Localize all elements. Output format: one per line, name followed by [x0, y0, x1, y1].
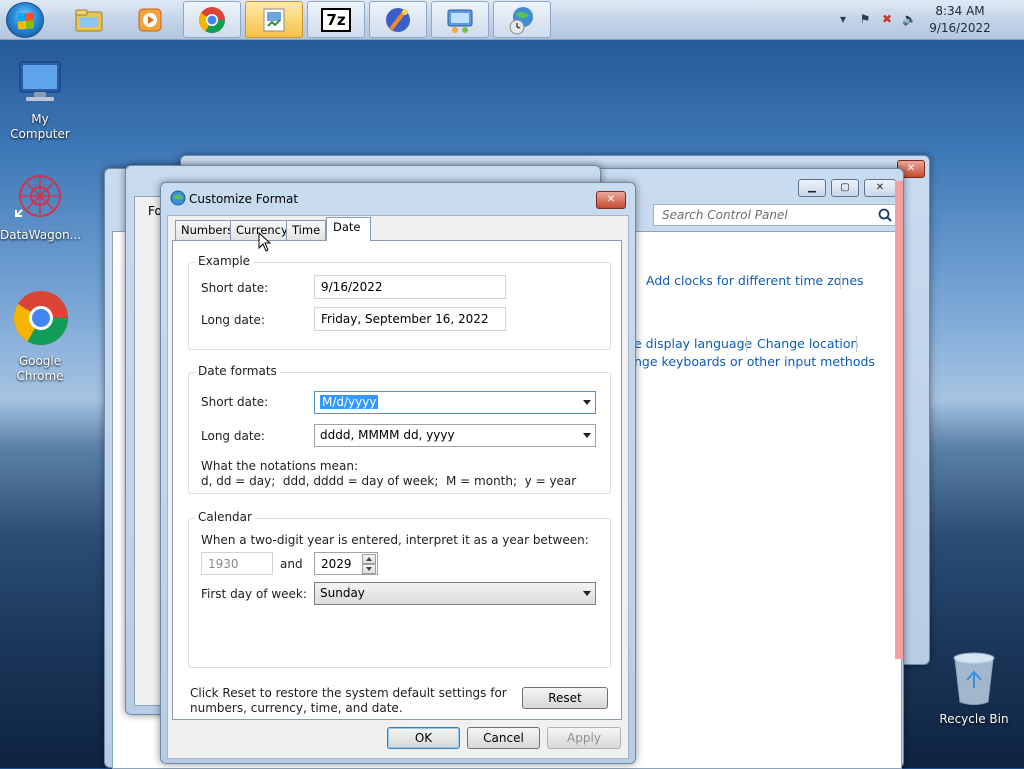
calendar-group-title: Calendar [195, 510, 255, 524]
calendar-group: Calendar When a two-digit year is entere… [188, 510, 611, 668]
add-clocks-link[interactable]: Add clocks for different time zones [646, 273, 864, 288]
taskbar-clock-region-button[interactable] [493, 1, 551, 38]
example-group-title: Example [195, 254, 254, 268]
change-location-link[interactable]: Change location [757, 336, 858, 351]
mouse-cursor-icon [258, 232, 272, 252]
date-tab-panel: Example Short date: 9/16/2022 Long date:… [172, 240, 622, 720]
dialog-close-button[interactable]: ✕ [596, 191, 626, 209]
taskbar: 7z ▾ ⚑ ✖ 🔈 8:34 AM 9/16/2022 [0, 0, 1024, 40]
display-language-link[interactable]: e display language [634, 336, 752, 351]
region-globe-icon [170, 190, 186, 206]
search-placeholder: Search Control Panel [662, 208, 788, 222]
windows-logo-icon [18, 12, 34, 30]
year-down-spinner[interactable] [362, 564, 376, 574]
tab-date[interactable]: Date [326, 217, 371, 241]
recycle-bin-icon [953, 652, 995, 705]
desktop-icon-label: My Computer [10, 112, 70, 141]
dialog-title: Customize Format [189, 192, 299, 206]
example-short-date-label: Short date: [201, 281, 269, 295]
desktop-icon-recycle-bin[interactable]: Recycle Bin [934, 650, 1014, 727]
reset-help-line1: Click Reset to restore the system defaul… [190, 686, 507, 700]
chevron-down-icon[interactable] [583, 400, 591, 405]
apply-button[interactable]: Apply [547, 727, 621, 749]
chevron-down-icon[interactable] [583, 433, 591, 438]
short-date-format-label: Short date: [201, 395, 269, 409]
start-button[interactable] [6, 2, 44, 38]
media-player-icon [138, 8, 162, 31]
and-label: and [280, 557, 303, 571]
chrome-icon [13, 291, 69, 346]
control-panel-icon [263, 8, 285, 31]
first-day-of-week-value[interactable]: Sunday [320, 586, 365, 600]
taskbar-network-button[interactable] [431, 1, 489, 38]
notation-text: d, dd = day; ddd, dddd = day of week; M … [201, 474, 577, 488]
minimize-button[interactable]: ▁ [798, 179, 826, 197]
maximize-button[interactable]: ▢ [831, 179, 859, 197]
taskbar-7zip-button[interactable]: 7z [307, 1, 365, 38]
taskbar-chrome-button[interactable] [183, 1, 241, 38]
year-from-field: 1930 [201, 552, 273, 575]
taskbar-app-button[interactable] [369, 1, 427, 38]
year-up-spinner[interactable] [362, 554, 376, 564]
taskbar-media-player-button[interactable] [121, 1, 179, 38]
first-day-of-week-label: First day of week: [201, 587, 307, 601]
example-long-date-value: Friday, September 16, 2022 [314, 307, 506, 331]
folder-icon [75, 9, 103, 31]
long-date-format-value[interactable]: dddd, MMMM dd, yyyy [320, 428, 455, 442]
first-day-of-week-combo[interactable]: Sunday [314, 582, 596, 605]
7zip-icon: 7z [321, 7, 351, 32]
search-control-panel-input[interactable]: Search Control Panel [653, 204, 897, 226]
example-long-date-label: Long date: [201, 313, 265, 327]
long-date-format-label: Long date: [201, 429, 265, 443]
network-settings-icon [447, 9, 473, 33]
short-date-format-value[interactable]: M/d/yyyy [320, 395, 379, 409]
network-disconnected-icon[interactable]: ✖ [880, 12, 894, 26]
show-hidden-icons-icon[interactable]: ▾ [836, 12, 850, 26]
chrome-icon [198, 6, 226, 33]
feather-app-icon [386, 7, 410, 32]
date-formats-group-title: Date formats [195, 364, 280, 378]
chevron-up-icon [366, 557, 372, 561]
customize-format-dialog[interactable]: Customize Format ✕ Numbers Currency Time… [160, 182, 636, 764]
year-to-value[interactable]: 2029 [321, 557, 352, 571]
clock-date[interactable]: 9/16/2022 [920, 21, 1000, 35]
desktop-icon-label: DataWagon... [0, 228, 82, 242]
long-date-format-combo[interactable]: dddd, MMMM dd, yyyy [314, 424, 596, 447]
desktop-icon-my-computer[interactable]: My Computer [0, 58, 80, 142]
computer-icon [19, 61, 61, 101]
clock-time[interactable]: 8:34 AM [920, 4, 1000, 18]
two-digit-year-text: When a two-digit year is entered, interp… [201, 533, 589, 547]
example-short-date-value: 9/16/2022 [314, 275, 506, 299]
example-group: Example Short date: 9/16/2022 Long date:… [188, 254, 611, 350]
keyboards-link[interactable]: nge keyboards or other input methods [634, 354, 875, 369]
window-edge [895, 181, 903, 659]
reset-help-line2: numbers, currency, time, and date. [190, 701, 403, 715]
datawagon-icon [15, 175, 61, 217]
cancel-button[interactable]: Cancel [467, 727, 540, 749]
system-tray: ▾ ⚑ ✖ 🔈 8:34 AM 9/16/2022 [834, 0, 1024, 40]
short-date-format-combo[interactable]: M/d/yyyy [314, 391, 596, 414]
taskbar-control-panel-button[interactable] [245, 1, 303, 38]
globe-clock-icon [509, 6, 533, 34]
close-button[interactable]: ✕ [864, 179, 896, 197]
reset-button[interactable]: Reset [522, 687, 608, 709]
link-separator [856, 336, 857, 352]
desktop-icon-label: Recycle Bin [939, 712, 1009, 726]
action-center-icon[interactable]: ⚑ [858, 12, 872, 26]
tab-time[interactable]: Time [286, 220, 327, 240]
chevron-down-icon [366, 567, 372, 571]
taskbar-explorer-button[interactable] [60, 1, 118, 38]
desktop-icon-google-chrome[interactable]: Google Chrome [0, 290, 80, 384]
chevron-down-icon[interactable] [583, 591, 591, 596]
volume-icon[interactable]: 🔈 [902, 12, 917, 26]
notation-header: What the notations mean: [201, 459, 358, 473]
search-icon [878, 208, 892, 222]
desktop-icon-datawagon[interactable]: DataWagon... [0, 172, 82, 243]
link-separator [840, 273, 841, 289]
link-separator [746, 336, 747, 352]
desktop-icon-label: Google Chrome [16, 354, 64, 383]
ok-button[interactable]: OK [387, 727, 460, 749]
date-formats-group: Date formats Short date: M/d/yyyy Long d… [188, 364, 611, 494]
